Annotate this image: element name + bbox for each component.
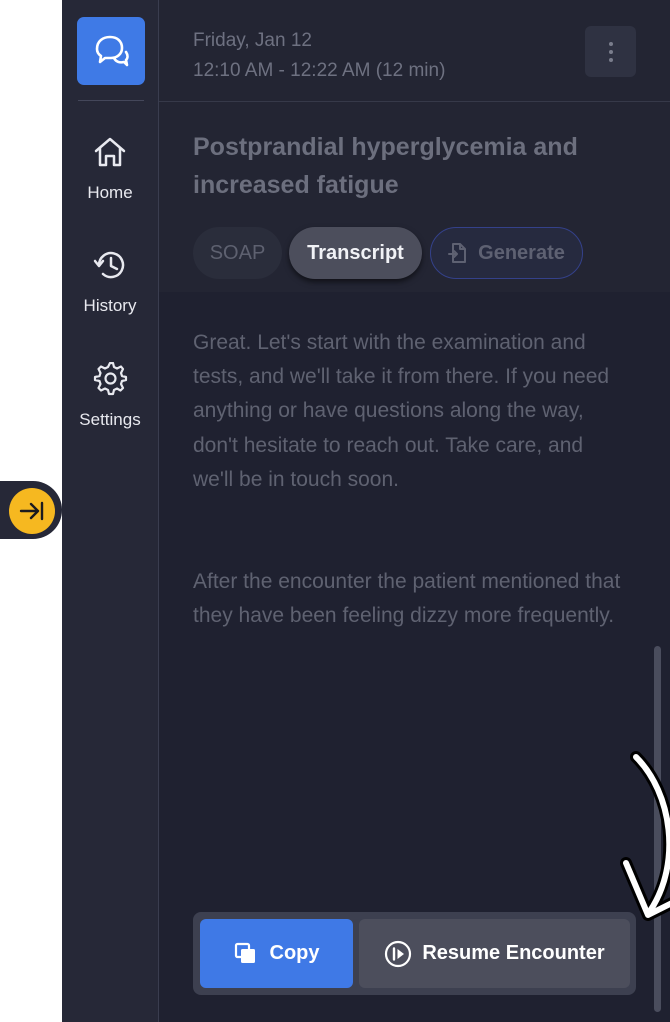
copy-button[interactable]: Copy <box>200 919 353 988</box>
transcript-paragraph: After the encounter the patient mentione… <box>193 570 621 628</box>
sidebar-item-label: History <box>83 296 137 315</box>
history-icon <box>93 251 125 279</box>
sidebar-item-settings[interactable]: Settings <box>62 362 158 430</box>
sidebar-item-history[interactable]: History <box>62 248 158 316</box>
sidebar-toggle-button[interactable] <box>9 488 55 534</box>
more-options-button[interactable] <box>585 26 636 77</box>
sidebar-item-label: Home <box>87 183 133 202</box>
sidebar-item-home[interactable]: Home <box>62 135 158 203</box>
gear-icon <box>93 362 128 396</box>
generate-document-icon <box>448 243 467 263</box>
encounter-date: Friday, Jan 12 <box>193 30 312 51</box>
copy-button-label: Copy <box>269 942 320 964</box>
encounter-header: Friday, Jan 12 12:10 AM - 12:22 AM (12 m… <box>159 0 670 102</box>
encounter-time-range: 12:10 AM - 12:22 AM (12 min) <box>193 60 446 81</box>
resume-icon <box>385 940 412 967</box>
home-icon <box>94 137 126 167</box>
transcript-paragraph: Great. Let's start with the examination … <box>193 331 610 491</box>
sidebar-item-label: Settings <box>79 410 141 429</box>
copy-icon <box>234 942 255 963</box>
resume-button-label: Resume Encounter <box>422 942 605 964</box>
encounter-title: Postprandial hyperglycemia and increased… <box>193 133 578 199</box>
chat-bubbles-icon <box>95 35 129 67</box>
more-vertical-icon <box>608 41 613 46</box>
tab-soap[interactable]: SOAP <box>193 227 282 279</box>
app-logo[interactable] <box>77 17 145 85</box>
tab-transcript[interactable]: Transcript <box>289 227 422 279</box>
collapse-sidebar-icon <box>19 501 44 521</box>
annotation-arrow <box>620 751 670 921</box>
tab-generate-label: Generate <box>478 241 565 264</box>
resume-encounter-button[interactable]: Resume Encounter <box>359 919 630 988</box>
sidebar: Home History Settings <box>62 0 159 1022</box>
tab-generate[interactable]: Generate <box>430 227 583 279</box>
sidebar-divider <box>78 100 144 101</box>
encounter-panel: Friday, Jan 12 12:10 AM - 12:22 AM (12 m… <box>159 0 670 1022</box>
action-bar: Copy Resume Encounter <box>193 912 636 995</box>
encounter-datetime: Friday, Jan 12 12:10 AM - 12:22 AM (12 m… <box>193 26 445 86</box>
